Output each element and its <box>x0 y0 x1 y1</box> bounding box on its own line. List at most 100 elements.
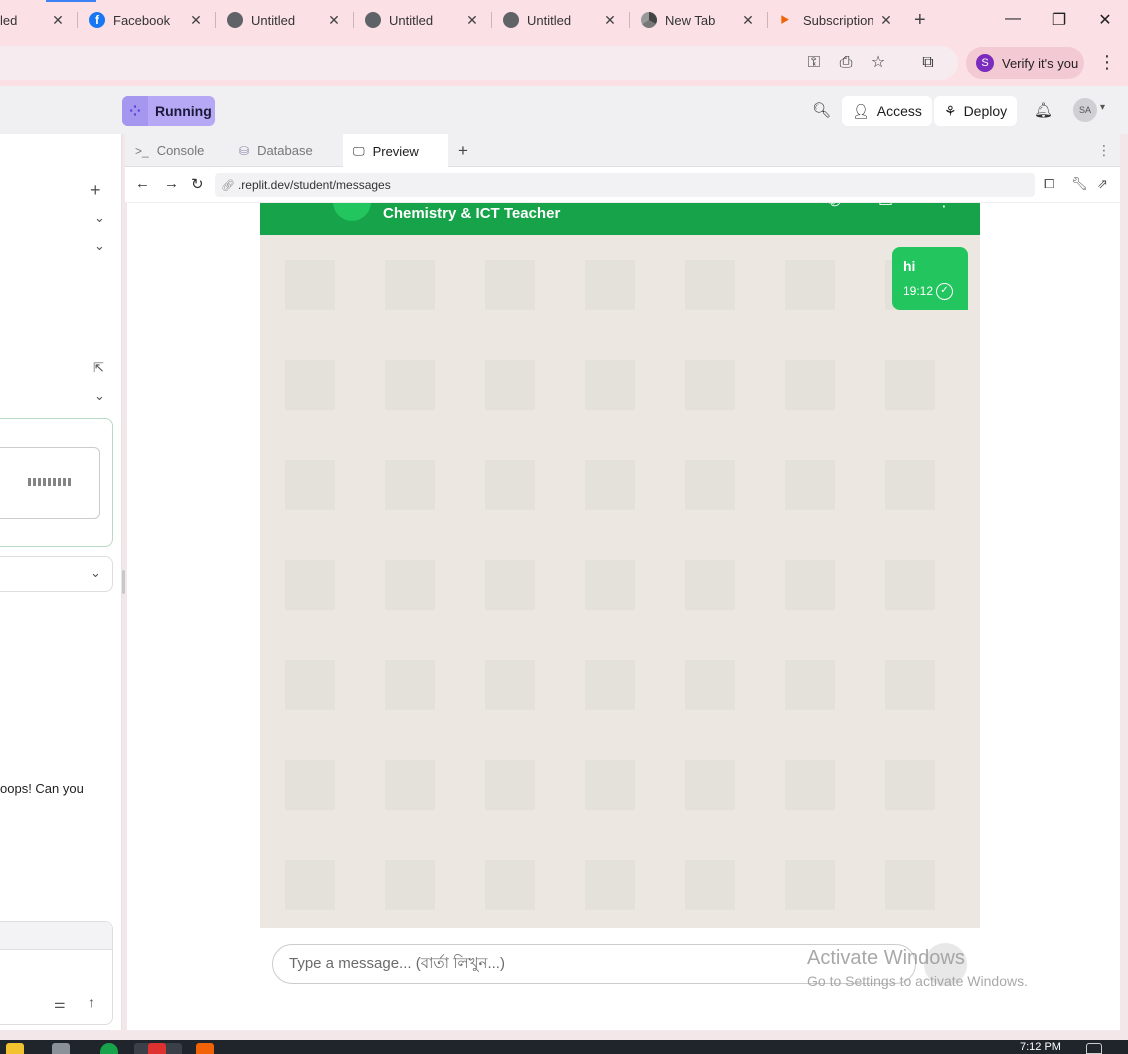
background-tile <box>285 860 335 910</box>
browser-tab-new-tab[interactable]: New Tab ✕ <box>641 6 756 34</box>
deploy-button[interactable]: ⚘ Deploy <box>934 96 1018 126</box>
user-avatar[interactable]: SA <box>1073 98 1097 122</box>
background-tile <box>885 760 935 810</box>
devices-icon[interactable]: ⧠ <box>1044 176 1054 192</box>
open-external-icon[interactable]: ⇱ <box>93 360 104 376</box>
search-icon[interactable]: 🔍︎ <box>812 101 831 119</box>
replit-icon: ⯈ <box>779 12 791 28</box>
send-arrow-icon[interactable]: ↑ <box>88 994 95 1010</box>
forward-arrow-icon[interactable]: → <box>164 175 179 192</box>
add-tab-button[interactable]: + <box>458 141 468 161</box>
dropdown-select[interactable]: ⌄ <box>0 556 113 592</box>
install-app-icon[interactable]: ⎙ <box>836 53 856 73</box>
taskbar-app-icon[interactable] <box>52 1043 70 1054</box>
tab-divider <box>353 12 354 28</box>
chevron-down-icon[interactable]: ⌄ <box>94 238 105 254</box>
phone-call-icon[interactable]: ✆ <box>828 203 841 211</box>
message-bubble-sent[interactable]: hi 19:12 ✓ <box>892 247 968 310</box>
close-icon[interactable]: ✕ <box>464 12 480 29</box>
whatsapp-icon[interactable] <box>100 1043 118 1054</box>
system-clock: 7:12 PM <box>1020 1041 1061 1053</box>
close-icon[interactable]: ✕ <box>740 12 756 29</box>
browser-tab-subscription[interactable]: ⯈ Subscription ✕ <box>779 6 894 34</box>
browser-menu-icon[interactable]: ⋮ <box>1098 52 1116 73</box>
close-icon[interactable]: ✕ <box>188 12 204 29</box>
screenshot-thumbnail[interactable] <box>0 447 100 519</box>
chevron-down-icon[interactable]: ⌄ <box>94 210 105 226</box>
tab-divider <box>491 12 492 28</box>
open-new-window-icon[interactable]: ⇗ <box>1097 176 1108 192</box>
profile-avatar: S <box>976 54 994 72</box>
minimize-button[interactable]: — <box>1003 10 1023 28</box>
background-tile <box>585 360 635 410</box>
more-options-icon[interactable]: ⋮ <box>1097 142 1111 159</box>
notifications-bell-icon[interactable]: 🔔︎ <box>1034 101 1053 119</box>
thumbnail-content <box>28 478 72 486</box>
tab-preview[interactable]: 🖵︎ Preview <box>343 134 448 168</box>
background-tile <box>285 660 335 710</box>
browser-tab[interactable]: led ✕ <box>0 6 66 34</box>
back-chevron-icon[interactable]: ‹ <box>288 203 293 209</box>
background-tile <box>685 660 735 710</box>
settings-sliders-icon[interactable]: ⚌ <box>54 996 66 1012</box>
taskbar-app-icon[interactable] <box>6 1043 24 1054</box>
devtools-wrench-icon[interactable]: 🔧︎ <box>1071 176 1088 192</box>
new-tab-button[interactable]: + <box>914 10 926 30</box>
password-key-icon[interactable]: ⚿ <box>804 53 824 73</box>
close-icon[interactable]: ✕ <box>326 12 342 29</box>
background-tile <box>685 360 735 410</box>
chat-window: ‹ Chemistry & ICT Teacher ✆ ▭ ⋮ hi 19:12… <box>260 203 980 928</box>
more-vertical-icon[interactable]: ⋮ <box>936 203 952 211</box>
video-call-icon[interactable]: ▭ <box>878 203 893 211</box>
facebook-icon: f <box>89 12 105 28</box>
background-tile <box>485 560 535 610</box>
contact-subtitle: Chemistry & ICT Teacher <box>383 205 561 222</box>
notification-center-icon[interactable] <box>1086 1043 1102 1054</box>
browser-tab-facebook[interactable]: f Facebook ✕ <box>89 6 204 34</box>
add-user-icon: 👤︎ <box>852 102 870 119</box>
tab-console[interactable]: >_ Console <box>125 134 229 167</box>
panel-resize-handle[interactable] <box>122 570 125 594</box>
browser-tab[interactable]: Untitled ✕ <box>365 6 480 34</box>
back-arrow-icon[interactable]: ← <box>135 175 150 192</box>
preview-url-bar[interactable]: 🔗︎ .replit.dev/student/messages <box>215 173 1035 197</box>
taskbar-app-icon[interactable] <box>148 1043 166 1054</box>
extensions-icon[interactable]: ⧉ <box>918 53 938 73</box>
browser-tab[interactable]: Untitled ✕ <box>503 6 618 34</box>
database-icon: ⛁ <box>239 143 250 158</box>
os-taskbar: 7:12 PM <box>0 1040 1128 1054</box>
close-window-button[interactable]: ✕ <box>1095 10 1115 30</box>
background-tile <box>685 760 735 810</box>
chat-message-snippet: oops! Can you <box>0 781 84 796</box>
deploy-icon: ⚘ <box>944 102 957 119</box>
tab-database[interactable]: ⛁ Database <box>229 134 343 167</box>
agent-input-box[interactable]: ⚌ ↑ <box>0 921 113 1025</box>
tab-label: Console <box>156 143 205 158</box>
close-icon[interactable]: ✕ <box>878 12 894 29</box>
console-icon: >_ <box>135 143 149 158</box>
pane-tab-bar: >_ Console ⛁ Database 🖵︎ Preview + ⋮ <box>125 134 1120 168</box>
background-tile <box>285 260 335 310</box>
run-button[interactable]: ⁘ Running <box>122 96 215 126</box>
background-tile <box>785 560 835 610</box>
screenshot-card[interactable] <box>0 418 113 547</box>
message-text: hi <box>903 258 916 274</box>
background-tile <box>585 560 635 610</box>
close-icon[interactable]: ✕ <box>50 12 66 29</box>
background-tile <box>485 460 535 510</box>
taskbar-app-icon[interactable] <box>196 1043 214 1054</box>
close-icon[interactable]: ✕ <box>602 12 618 29</box>
input-header <box>0 922 112 950</box>
access-button[interactable]: 👤︎ Access <box>842 96 932 126</box>
restore-button[interactable]: ❐ <box>1049 10 1069 30</box>
chevron-down-icon[interactable]: ▾ <box>1100 102 1105 113</box>
activation-watermark-subtitle: Go to Settings to activate Windows. <box>807 973 1028 989</box>
tab-title: Untitled <box>527 12 572 28</box>
bookmark-star-icon[interactable]: ☆ <box>868 53 888 73</box>
chevron-down-icon[interactable]: ⌄ <box>94 388 105 404</box>
contact-avatar <box>333 203 371 221</box>
reload-icon[interactable]: ↻ <box>191 175 204 193</box>
browser-tab[interactable]: Untitled ✕ <box>227 6 342 34</box>
add-icon[interactable]: + <box>90 180 101 201</box>
verify-profile-button[interactable]: S Verify it's you <box>966 47 1084 79</box>
